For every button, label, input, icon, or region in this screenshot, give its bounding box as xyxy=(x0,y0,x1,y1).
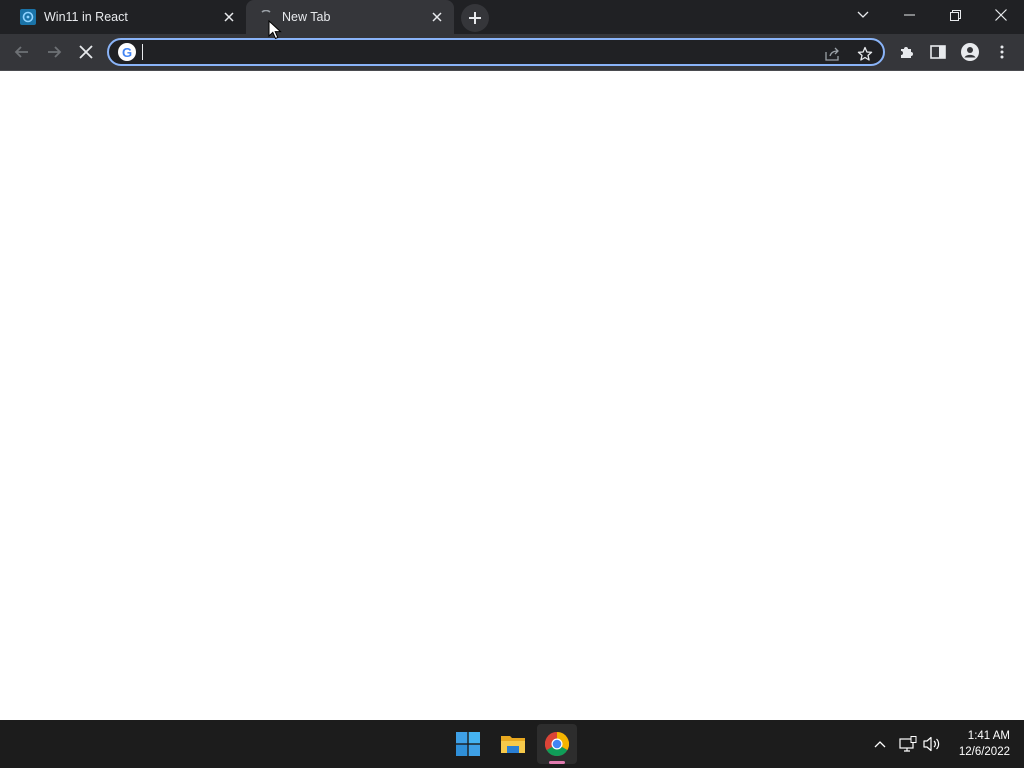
taskbar: 1:41 AM 12/6/2022 xyxy=(0,720,1024,768)
tab-strip: Win11 in React New Tab xyxy=(0,0,1024,34)
profile-icon xyxy=(961,43,979,61)
desktop-screen: Win11 in React New Tab G 1:41 AM 12/6/20… xyxy=(0,0,1024,768)
file-explorer-icon xyxy=(501,734,525,754)
chrome-taskbar-button[interactable] xyxy=(537,724,577,764)
forward-icon xyxy=(46,44,62,60)
close-window-button[interactable] xyxy=(978,0,1024,30)
tab-search-button[interactable] xyxy=(840,0,886,30)
start-windows-icon xyxy=(456,732,480,756)
close-icon xyxy=(995,9,1007,21)
back-icon xyxy=(14,44,30,60)
extensions-icon xyxy=(898,44,914,60)
volume-button[interactable] xyxy=(920,732,944,756)
tab-title: New Tab xyxy=(282,10,331,24)
new-tab-button[interactable] xyxy=(461,4,489,32)
clock-date: 12/6/2022 xyxy=(958,746,1010,758)
close-tab-icon[interactable] xyxy=(220,8,238,26)
side-panel-icon xyxy=(930,45,946,59)
menu-kebab-icon xyxy=(1000,45,1004,59)
restore-button[interactable] xyxy=(932,0,978,30)
win11-react-icon xyxy=(20,9,36,25)
show-hidden-icons-button[interactable] xyxy=(868,732,892,756)
file-explorer-button[interactable] xyxy=(493,724,533,764)
stop-loading-icon xyxy=(79,45,93,59)
tab-title: Win11 in React xyxy=(44,10,128,24)
clock-time: 1:41 AM xyxy=(967,730,1010,742)
restore-icon xyxy=(949,9,961,21)
share-icon[interactable] xyxy=(822,43,844,65)
side-panel-button[interactable] xyxy=(923,37,953,67)
profile-button[interactable] xyxy=(955,37,985,67)
chrome-running-indicator xyxy=(549,761,565,764)
network-icon xyxy=(899,736,917,752)
menu-button[interactable] xyxy=(987,37,1017,67)
minimize-icon xyxy=(903,14,915,16)
page-content-area[interactable] xyxy=(0,71,1024,720)
mouse-pointer-icon xyxy=(268,20,282,40)
minimize-button[interactable] xyxy=(886,0,932,30)
start-button[interactable] xyxy=(448,724,488,764)
close-tab-icon[interactable] xyxy=(428,8,446,26)
tab-search-icon xyxy=(857,11,869,19)
taskbar-clock[interactable]: 1:41 AM 12/6/2022 xyxy=(959,728,1010,760)
tab-win11-in-react[interactable]: Win11 in React xyxy=(8,0,246,34)
address-input[interactable] xyxy=(142,42,812,62)
back-button[interactable] xyxy=(7,37,37,67)
show-hidden-icons-chevron-icon xyxy=(874,740,886,748)
stop-loading-button[interactable] xyxy=(71,37,101,67)
chrome-icon xyxy=(545,732,569,756)
address-bar[interactable]: G xyxy=(107,38,885,66)
network-button[interactable] xyxy=(896,732,920,756)
plus-icon xyxy=(468,11,482,25)
forward-button[interactable] xyxy=(39,37,69,67)
volume-icon xyxy=(923,736,941,752)
bookmark-star-icon[interactable] xyxy=(854,43,876,65)
google-g-icon: G xyxy=(118,43,136,61)
browser-toolbar: G xyxy=(0,34,1024,70)
extensions-button[interactable] xyxy=(891,37,921,67)
text-caret xyxy=(142,44,143,60)
